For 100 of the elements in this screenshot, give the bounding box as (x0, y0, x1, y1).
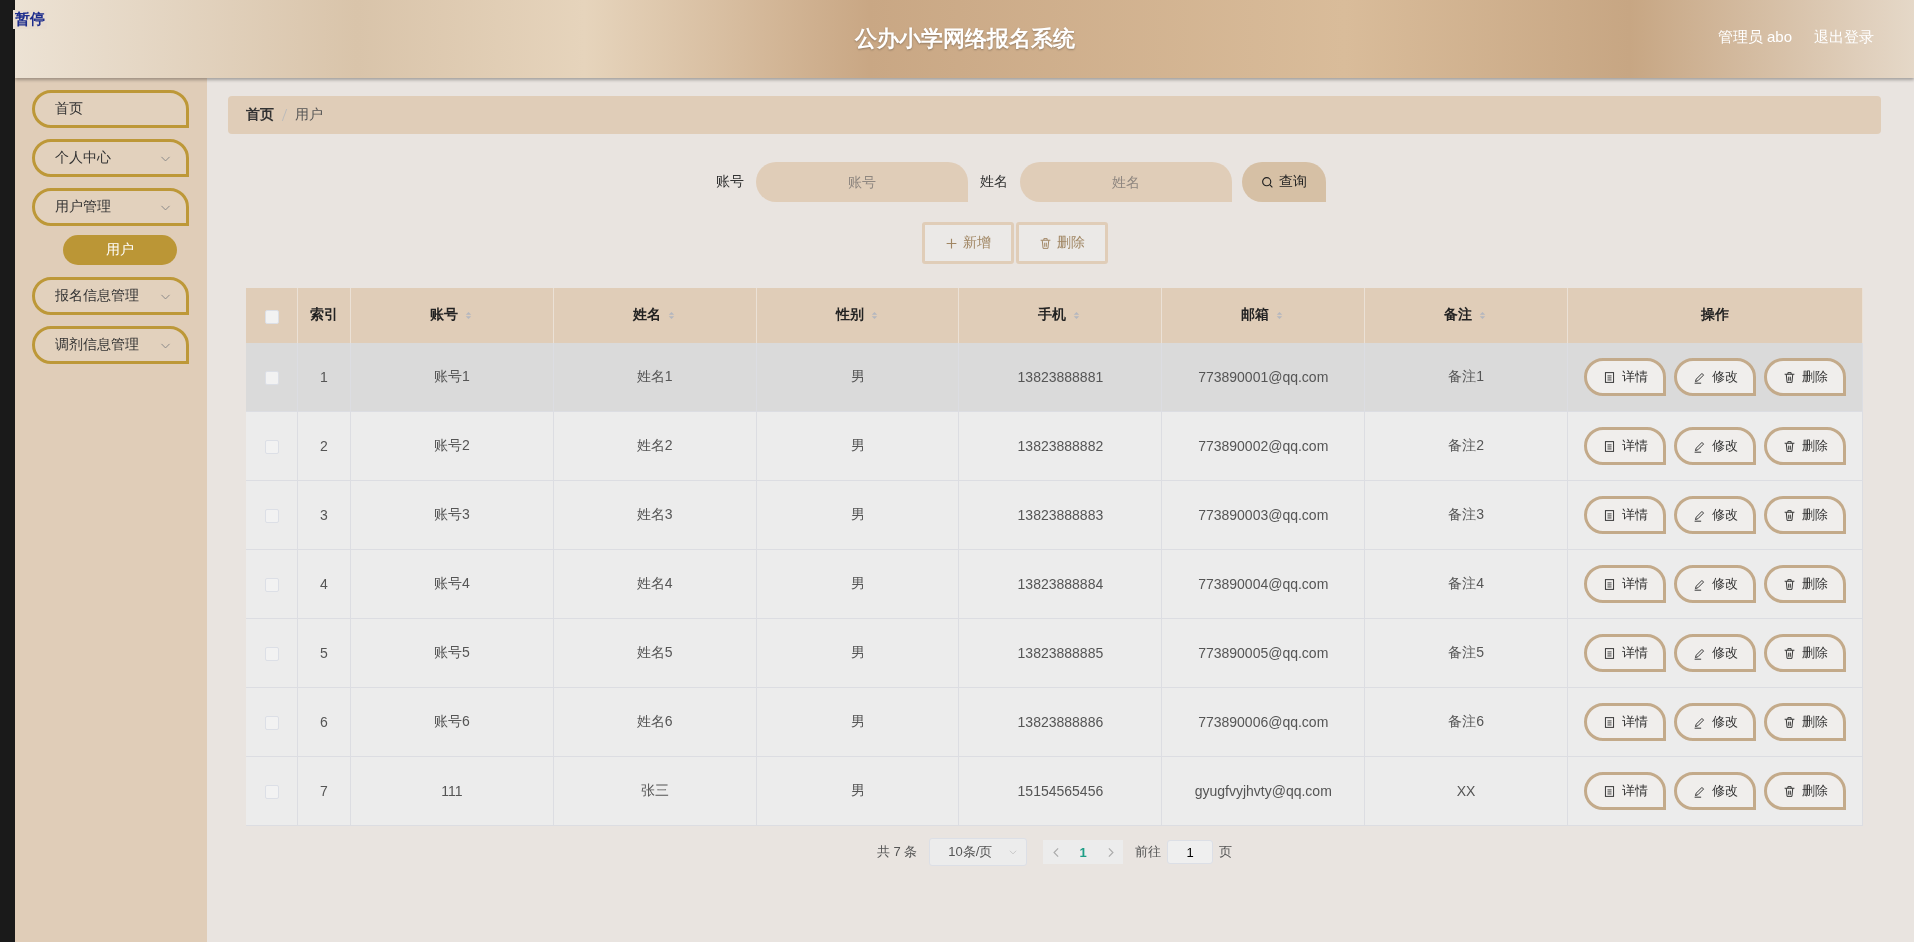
column-header[interactable]: 账号 (350, 288, 554, 343)
table-cell: 姓名5 (553, 618, 757, 688)
column-header: 索引 (297, 288, 351, 343)
edit-button[interactable]: 修改 (1674, 703, 1756, 741)
pencil-icon (1692, 370, 1706, 384)
column-header[interactable]: 邮箱 (1161, 288, 1365, 343)
table-cell: 6 (297, 687, 351, 757)
trash-icon (1782, 577, 1796, 591)
column-header[interactable]: 性别 (756, 288, 959, 343)
table-cell: 账号2 (350, 411, 554, 481)
checkbox[interactable] (264, 371, 279, 386)
table-cell: 773890004@qq.com (1161, 549, 1365, 619)
detail-button[interactable]: 详情 (1584, 427, 1666, 465)
detail-button[interactable]: 详情 (1584, 358, 1666, 396)
table-cell: 姓名1 (553, 343, 757, 412)
page-size-select[interactable]: 10条/页 (929, 838, 1028, 866)
delete-button[interactable]: 删除 (1764, 703, 1846, 741)
table-row[interactable]: 2 账号2 姓名2 男 13823888882 773890002@qq.com 备注2 详情 修改 删除 (246, 411, 1863, 481)
delete-button[interactable]: 删除 (1764, 496, 1846, 534)
table-cell: 姓名2 (553, 411, 757, 481)
detail-button[interactable]: 详情 (1584, 634, 1666, 672)
goto-label: 前往 (1135, 843, 1162, 861)
table-cell: 姓名3 (553, 480, 757, 550)
table-row[interactable]: 4 账号4 姓名4 男 13823888884 773890004@qq.com 备注4 详情 修改 删除 (246, 549, 1863, 619)
table-row[interactable]: 7 111 张三 男 15154565456 gyugfvyjhvty@qq.com XX 详情 修改 删除 (246, 756, 1863, 826)
document-icon (1602, 577, 1616, 591)
detail-button[interactable]: 详情 (1584, 703, 1666, 741)
detail-button[interactable]: 详情 (1584, 772, 1666, 810)
table-row[interactable]: 3 账号3 姓名3 男 13823888883 773890003@qq.com 备注3 详情 修改 删除 (246, 480, 1863, 550)
menu-item[interactable]: 用户管理 (32, 188, 189, 226)
column-header: 操作 (1567, 288, 1863, 343)
trash-icon (1038, 236, 1052, 250)
edit-button[interactable]: 修改 (1674, 427, 1756, 465)
table-cell: 姓名4 (553, 549, 757, 619)
table-row[interactable]: 5 账号5 姓名5 男 13823888885 773890005@qq.com 备注5 详情 修改 删除 (246, 618, 1863, 688)
table-cell: 13823888886 (959, 687, 1162, 757)
edit-button[interactable]: 修改 (1674, 565, 1756, 603)
app-title: 公办小学网络报名系统 (854, 25, 1075, 53)
pencil-icon (1692, 577, 1706, 591)
page-input[interactable]: 1 (1167, 840, 1214, 864)
delete-button[interactable]: 删除 (1764, 427, 1846, 465)
table-row[interactable]: 6 账号6 姓名6 男 13823888886 773890006@qq.com 备注6 详情 修改 删除 (246, 687, 1863, 757)
edit-button[interactable]: 修改 (1674, 358, 1756, 396)
table-cell: 13823888883 (959, 480, 1162, 550)
document-icon (1602, 508, 1616, 522)
table-cell: 男 (756, 343, 959, 412)
document-icon (1602, 646, 1616, 660)
search-field[interactable]: 账号 (755, 162, 968, 202)
trash-icon (1782, 715, 1796, 729)
delete-button[interactable]: 删除 (1764, 358, 1846, 396)
table-cell: 账号1 (350, 343, 554, 412)
table-cell: 15154565456 (959, 756, 1162, 826)
table-cell: 773890006@qq.com (1161, 687, 1365, 757)
menu-item[interactable]: 首页 (32, 90, 189, 128)
edit-button[interactable]: 修改 (1674, 772, 1756, 810)
total-count: 共 7 条 (876, 843, 918, 861)
search-button[interactable]: 查询 (1241, 162, 1326, 202)
edit-button[interactable]: 修改 (1674, 634, 1756, 672)
table-cell: 账号5 (350, 618, 554, 688)
pencil-icon (1692, 715, 1706, 729)
delete-button[interactable]: 删除 (1764, 772, 1846, 810)
edit-button[interactable]: 修改 (1674, 496, 1756, 534)
trash-icon (1782, 370, 1796, 384)
column-header[interactable]: 姓名 (553, 288, 757, 343)
table-cell: 773890003@qq.com (1161, 480, 1365, 550)
delete-button[interactable]: 删除 (1764, 565, 1846, 603)
table-cell: gyugfvyjhvty@qq.com (1161, 756, 1365, 826)
table-cell: 男 (756, 687, 959, 757)
table-cell: 773890002@qq.com (1161, 411, 1365, 481)
column-header[interactable]: 手机 (959, 288, 1162, 343)
pencil-icon (1692, 646, 1706, 660)
menu-item[interactable]: 报名信息管理 (32, 277, 189, 315)
table-cell: 13823888881 (959, 343, 1162, 412)
document-icon (1602, 715, 1616, 729)
trash-icon (1782, 439, 1796, 453)
search-field[interactable]: 姓名 (1019, 162, 1232, 202)
table-cell: 姓名6 (553, 687, 757, 757)
document-icon (1602, 784, 1616, 798)
table-cell: 账号3 (350, 480, 554, 550)
menu-item[interactable]: 个人中心 (32, 139, 189, 177)
delete-button[interactable]: 删除 (1764, 634, 1846, 672)
table-cell: 773890005@qq.com (1161, 618, 1365, 688)
table-cell: 男 (756, 756, 959, 826)
document-icon (1602, 370, 1616, 384)
table-cell: 张三 (553, 756, 757, 826)
table-cell: 111 (350, 756, 554, 826)
table-cell: XX (1364, 756, 1568, 826)
breadcrumb-link[interactable]: 首页 (246, 106, 274, 124)
table-row[interactable]: 1 账号1 姓名1 男 13823888881 773890001@qq.com 备注1 详情 修改 删除 (246, 343, 1863, 412)
field-label: 账号 (715, 173, 744, 191)
table-cell: 备注4 (1364, 549, 1568, 619)
column-header[interactable]: 备注 (1364, 288, 1568, 343)
document-icon (1602, 439, 1616, 453)
table-cell: 备注3 (1364, 480, 1568, 550)
checkbox[interactable] (264, 309, 279, 324)
detail-button[interactable]: 详情 (1584, 496, 1666, 534)
table-cell: 男 (756, 618, 959, 688)
detail-button[interactable]: 详情 (1584, 565, 1666, 603)
trash-icon (1782, 508, 1796, 522)
menu-item[interactable]: 调剂信息管理 (32, 326, 189, 364)
